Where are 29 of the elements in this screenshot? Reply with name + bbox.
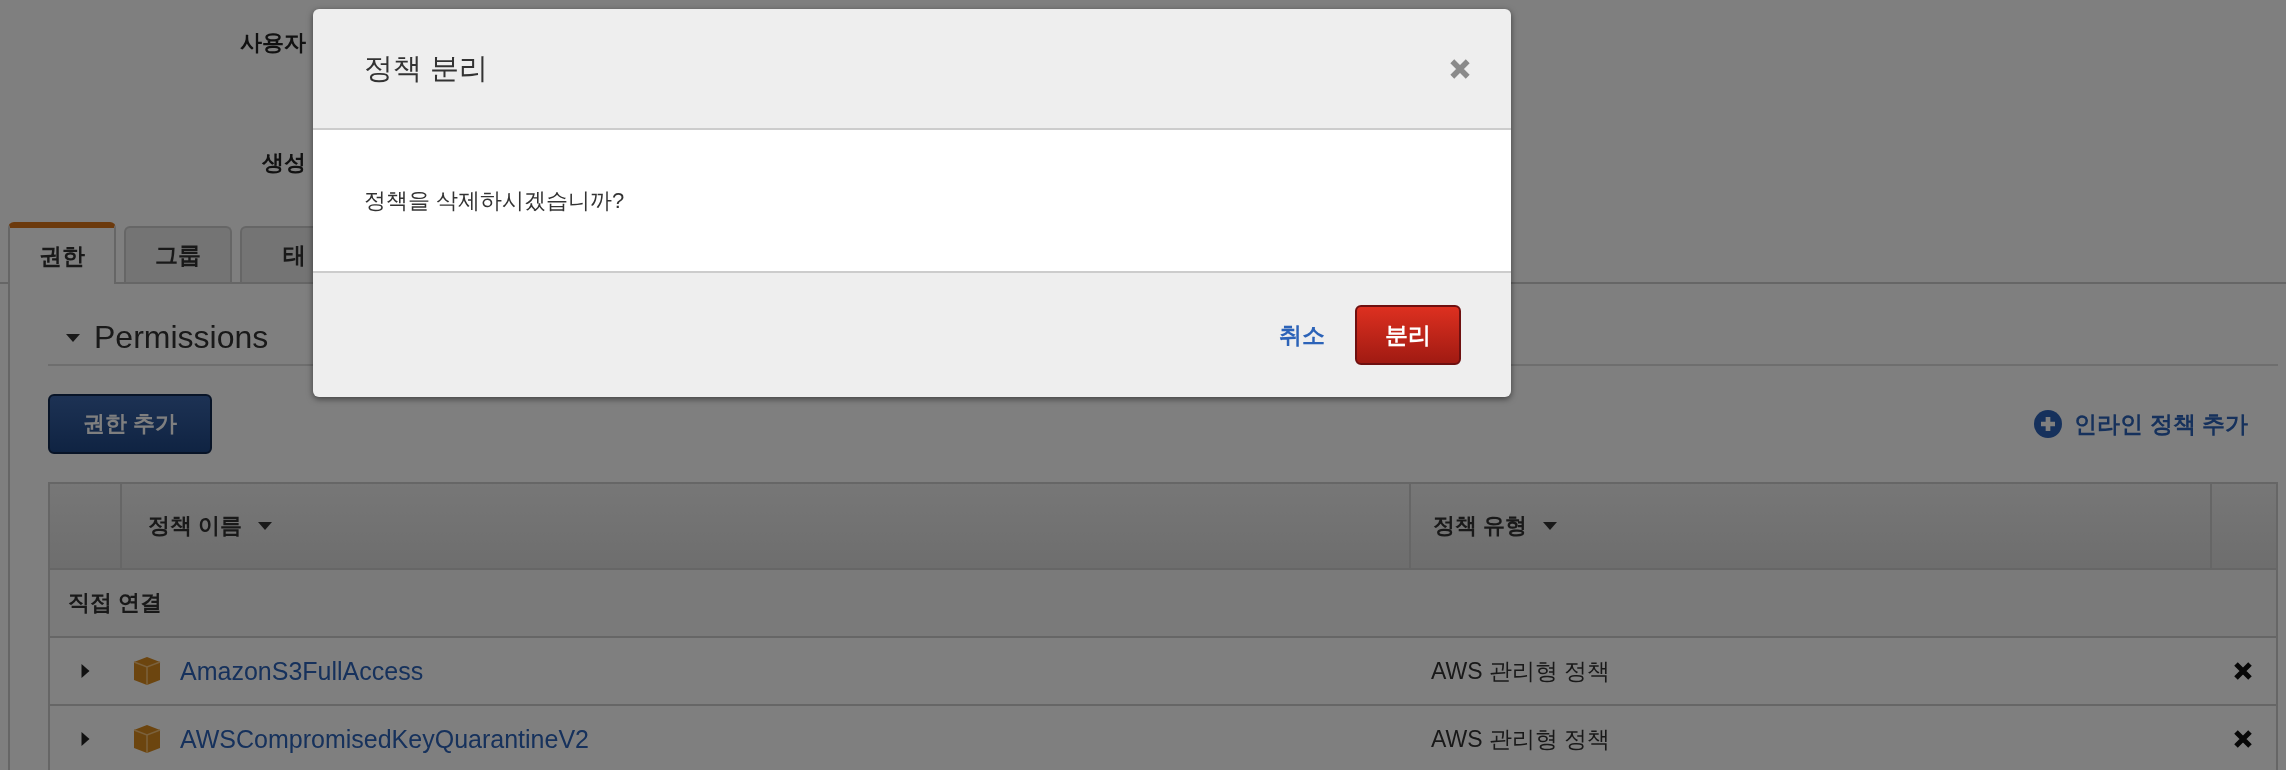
sort-caret-icon [258, 522, 273, 530]
delete-icon[interactable] [2233, 729, 2253, 749]
plus-circle-icon [2034, 410, 2063, 438]
box-icon [132, 656, 162, 686]
dialog-title: 정책 분리 [364, 50, 489, 86]
add-inline-policy-link[interactable]: 인라인 정책 추가 [2034, 408, 2248, 440]
cancel-link[interactable]: 취소 [1279, 319, 1325, 351]
section-title: Permissions [94, 319, 269, 356]
tab[interactable]: 그룹 [124, 226, 232, 282]
field-label: 생성 [262, 150, 306, 175]
tab[interactable]: 권한 [8, 222, 116, 284]
caret-icon[interactable] [66, 334, 80, 342]
policy-type: AWS 관리형 정책 [1431, 656, 1611, 686]
policy-type: AWS 관리형 정책 [1431, 724, 1611, 754]
close-icon[interactable] [1449, 57, 1471, 80]
delete-icon[interactable] [2233, 661, 2253, 681]
column-header[interactable]: 정책 유형 [1409, 484, 2210, 568]
box-icon [132, 724, 162, 754]
field-label: 사용자 [240, 30, 306, 55]
column-header[interactable]: 정책 이름 [120, 484, 1409, 568]
expand-icon[interactable] [80, 664, 90, 678]
policy-link[interactable]: AmazonS3FullAccess [180, 656, 424, 686]
dialog-message: 정책을 삭제하시겠습니까? [364, 186, 625, 215]
detach-button[interactable]: 분리 [1355, 305, 1461, 365]
sort-caret-icon [1543, 522, 1558, 530]
group-label: 직접 연결 [68, 589, 163, 617]
policy-link[interactable]: AWSCompromisedKeyQuarantineV2 [180, 724, 589, 754]
add-permissions-button[interactable]: 권한 추가 [48, 394, 212, 454]
expand-icon[interactable] [80, 732, 90, 746]
